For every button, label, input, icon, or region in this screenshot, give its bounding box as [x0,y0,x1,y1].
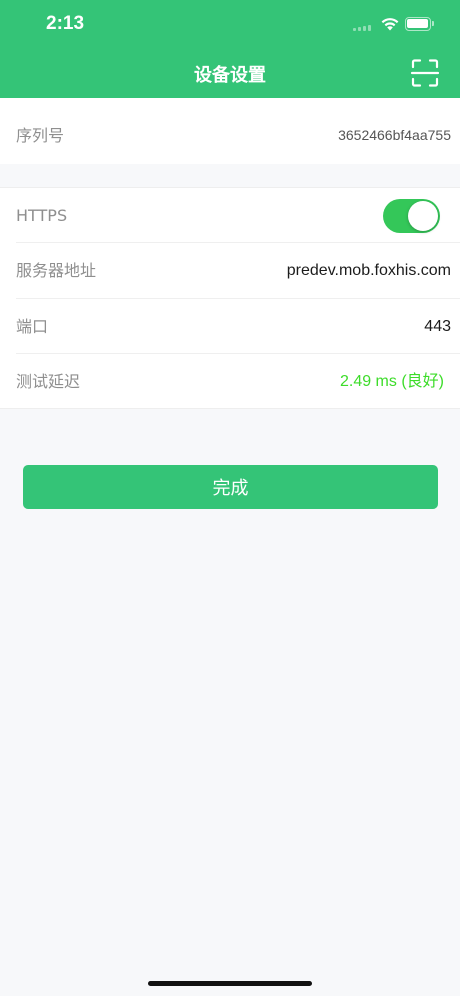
latency-label: 测试延迟 [16,372,81,391]
https-label: HTTPS [16,206,68,225]
https-row: HTTPS [0,188,460,243]
serial-row: 序列号 3652466bf4aa755 [0,108,460,163]
serial-card: 序列号 3652466bf4aa755 [0,98,460,164]
serial-value: 3652466bf4aa755 [338,127,451,143]
battery-icon [405,17,434,31]
port-label: 端口 [16,317,49,336]
settings-card: HTTPS 服务器地址 predev.mob.foxhis.com 端口 443… [0,187,460,409]
serial-label: 序列号 [16,126,65,145]
home-indicator [148,981,312,986]
signal-icon [353,25,373,31]
latency-row[interactable]: 测试延迟 2.49 ms (良好) [0,354,460,409]
port-row[interactable]: 端口 443 [0,299,460,354]
server-row[interactable]: 服务器地址 predev.mob.foxhis.com [0,243,460,298]
server-value: predev.mob.foxhis.com [286,262,451,279]
status-time: 2:13 [46,13,85,34]
page-title: 设备设置 [194,65,266,86]
port-value: 443 [424,318,451,335]
https-toggle[interactable] [383,199,440,233]
done-button[interactable]: 完成 [23,465,438,509]
app-header: 2:13 设备设置 [0,0,460,98]
wifi-icon [381,18,399,31]
toggle-knob [408,201,438,231]
server-label: 服务器地址 [16,261,97,280]
latency-value: 2.49 ms (良好) [339,373,444,390]
scan-icon[interactable] [410,58,440,88]
